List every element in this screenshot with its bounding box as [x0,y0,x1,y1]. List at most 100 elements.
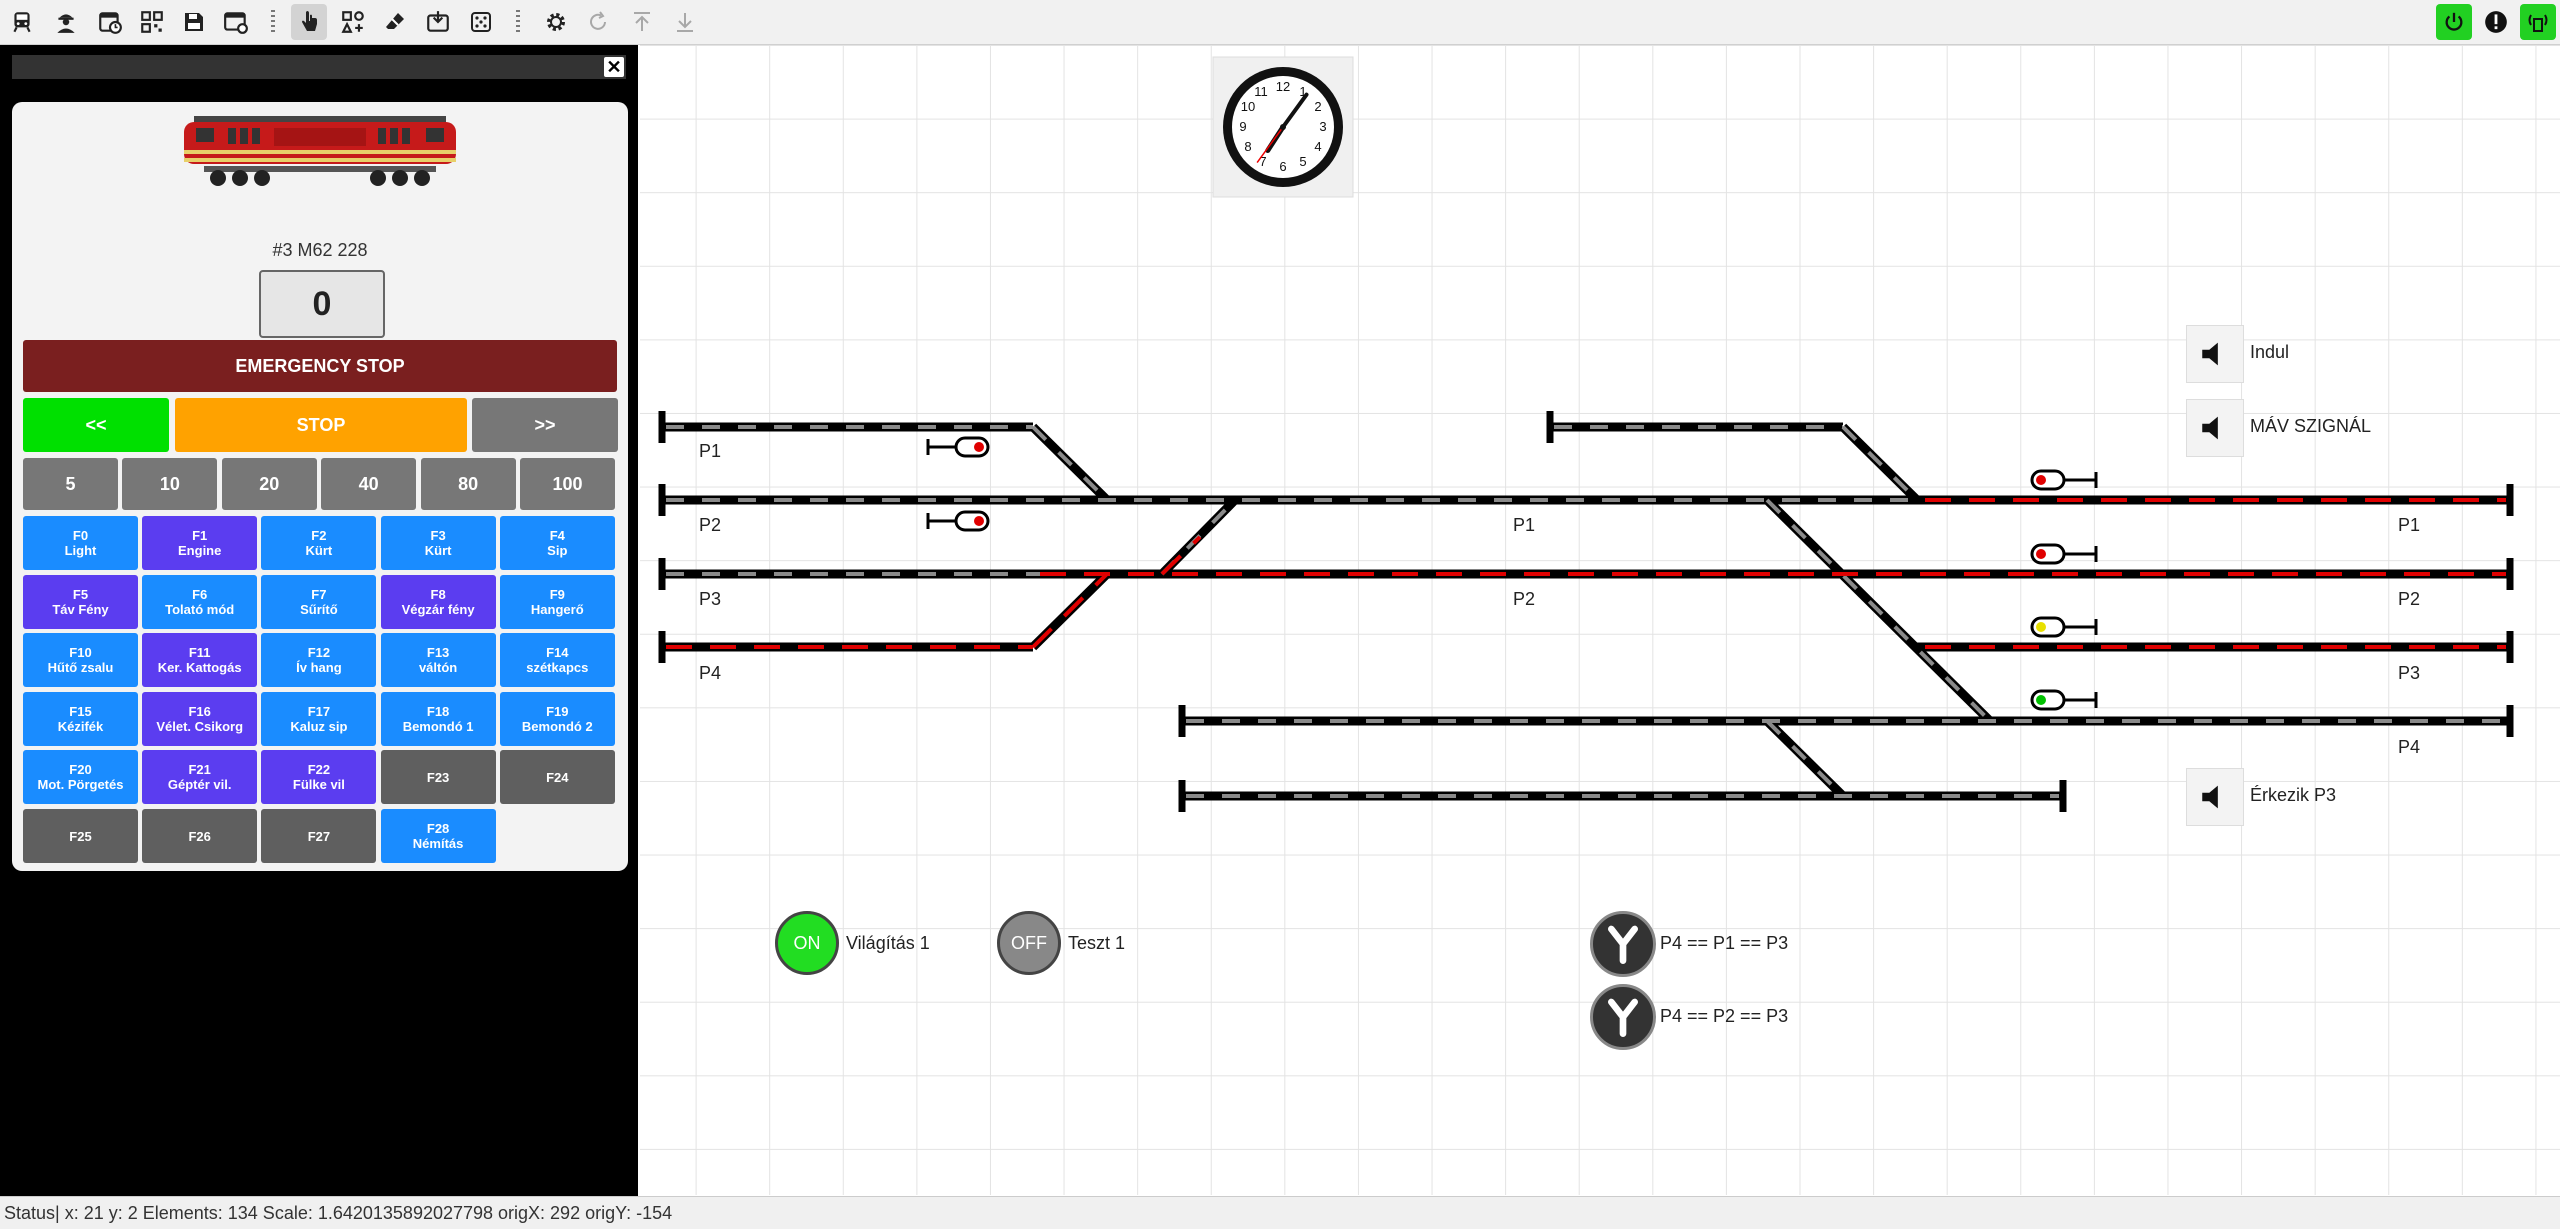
speed-step-button[interactable]: 40 [321,458,417,510]
function-button-f4[interactable]: F4 Sip [499,516,615,570]
signal-p1-right[interactable] [2030,469,2098,491]
function-name: Hangerő [530,601,584,617]
signal-p3-right[interactable] [2030,616,2098,638]
speed-step-button[interactable]: 10 [122,458,218,510]
close-icon[interactable]: ✕ [604,57,624,77]
emergency-stop-button[interactable]: EMERGENCY STOP [23,340,617,392]
reverse-button[interactable]: << [23,398,169,452]
function-key: F23 [426,769,450,785]
track-label: P4 [699,663,722,683]
signal-p2-right[interactable] [2030,543,2098,565]
eraser-icon[interactable] [377,4,413,40]
function-button-f10[interactable]: F10 Hűtő zsalu [23,633,138,688]
function-key: F7 [311,586,327,602]
svg-text:8: 8 [1244,139,1251,154]
track-label: P1 [699,441,722,461]
function-button-f7[interactable]: F7 Sűrítő [261,574,377,629]
function-button-f28[interactable]: F28 Némítás [380,809,496,863]
route-fork-icon [1608,925,1638,964]
clock: 12 12 345 678 91011 [1212,56,1354,198]
function-button-f9[interactable]: F9 Hangerő [499,574,615,629]
qr-code-icon[interactable] [134,4,170,40]
function-key: F8 [430,586,446,602]
function-button-f1[interactable]: F1 Engine [142,516,258,570]
sound-button-indul[interactable] [2186,325,2244,383]
train-icon[interactable] [4,4,40,40]
import-icon[interactable] [420,4,456,40]
stop-button[interactable]: STOP [175,398,467,452]
lighting-label: Világítás 1 [846,933,930,953]
function-button-f8[interactable]: F8 Végzár fény [380,574,496,629]
function-button-f20[interactable]: F20 Mot. Pörgetés [23,750,138,805]
download-icon[interactable] [667,4,703,40]
function-button-f5[interactable]: F5 Táv Fény [23,574,138,629]
speaker-icon [2202,416,2218,440]
signal-p1-left[interactable] [926,436,990,458]
function-key: F5 [72,586,89,602]
function-button-f14[interactable]: F14 szétkapcs [499,633,615,688]
function-button-f6[interactable]: F6 Tolató mód [142,574,258,629]
svg-text:3: 3 [1319,119,1326,134]
function-button-f3[interactable]: F3 Kürt [380,516,496,570]
upload-icon[interactable] [624,4,660,40]
function-key: F10 [69,645,92,661]
locomotive-panel: ✕ #3 M62 228 0 EMERGENCY STOP << STOP >>… [0,45,638,1196]
function-button-f21[interactable]: F21 Géptér vil. [142,750,258,805]
function-key: F6 [192,586,208,602]
gear-icon[interactable] [538,4,574,40]
status-bar: Status| x: 21 y: 2 Elements: 134 Scale: … [0,1196,2560,1229]
function-button-f2[interactable]: F2 Kürt [261,516,377,570]
function-button-f13[interactable]: F13 váltón [380,633,496,688]
speed-step-button[interactable]: 80 [420,458,516,510]
alert-icon[interactable] [2478,4,2514,40]
speed-step-button[interactable]: 5 [23,458,118,510]
settings-window-icon[interactable] [218,4,254,40]
function-button-f11[interactable]: F11 Ker. Kattogás [142,633,258,688]
speed-step-button[interactable]: 100 [520,458,615,510]
function-button-f25[interactable]: F25 [23,809,138,863]
function-button-f17[interactable]: F17 Kaluz sip [261,691,377,746]
function-button-f0[interactable]: F0 Light [23,516,138,570]
route-button-1[interactable] [1590,911,1656,977]
track-label: P3 [2398,663,2421,683]
function-name: Kézifék [57,718,104,734]
function-button-f16[interactable]: F16 Vélet. Csikorg [142,691,258,746]
signal-p4-right[interactable] [2030,689,2098,711]
engineer-icon[interactable] [48,4,84,40]
layout-canvas[interactable]: 12 1 2 345 678 9 10 11 P1 P2 P3 P4 P1 P2… [640,45,2560,1195]
add-elements-icon[interactable] [335,4,371,40]
lighting-toggle[interactable]: ON [775,911,839,975]
hand-pointer-icon[interactable] [291,4,327,40]
function-button-f18[interactable]: F18 Bemondó 1 [380,691,496,746]
function-name: Fülke vil [292,777,345,793]
power-icon[interactable] [2436,4,2472,40]
function-name: Ker. Kattogás [157,660,242,676]
function-button-f22[interactable]: F22 Fülke vil [261,750,377,805]
sound-button-mav[interactable] [2186,399,2244,457]
route-label: P4 == P2 == P3 [1660,1006,1789,1026]
track-label: P1 [1513,515,1536,535]
function-key: F1 [192,528,208,543]
function-key: F2 [311,528,327,543]
wireless-icon[interactable] [2520,4,2556,40]
sound-label: Indul [2250,342,2290,362]
save-icon[interactable] [176,4,212,40]
function-button-f23[interactable]: F23 [380,750,496,805]
calendar-clock-icon[interactable] [92,4,128,40]
function-button-f19[interactable]: F19 Bemondó 2 [499,691,615,746]
route-button-2[interactable] [1590,984,1656,1050]
function-button-f26[interactable]: F26 [142,809,258,863]
function-button-f24[interactable]: F24 [499,750,615,805]
speed-step-button[interactable]: 20 [221,458,317,510]
buffer-stops [658,411,2514,812]
function-button-f12[interactable]: F12 Ív hang [261,633,377,688]
function-button-f27[interactable]: F27 [261,809,377,863]
forward-button[interactable]: >> [472,398,618,452]
function-button-f15[interactable]: F15 Kézifék [23,691,138,746]
test-toggle[interactable]: OFF [997,911,1061,975]
sound-button-erkezik[interactable] [2186,768,2244,826]
refresh-icon[interactable] [580,4,616,40]
signal-p2-left[interactable] [926,510,990,532]
dice-icon[interactable] [463,4,499,40]
function-name: Light [64,543,97,558]
